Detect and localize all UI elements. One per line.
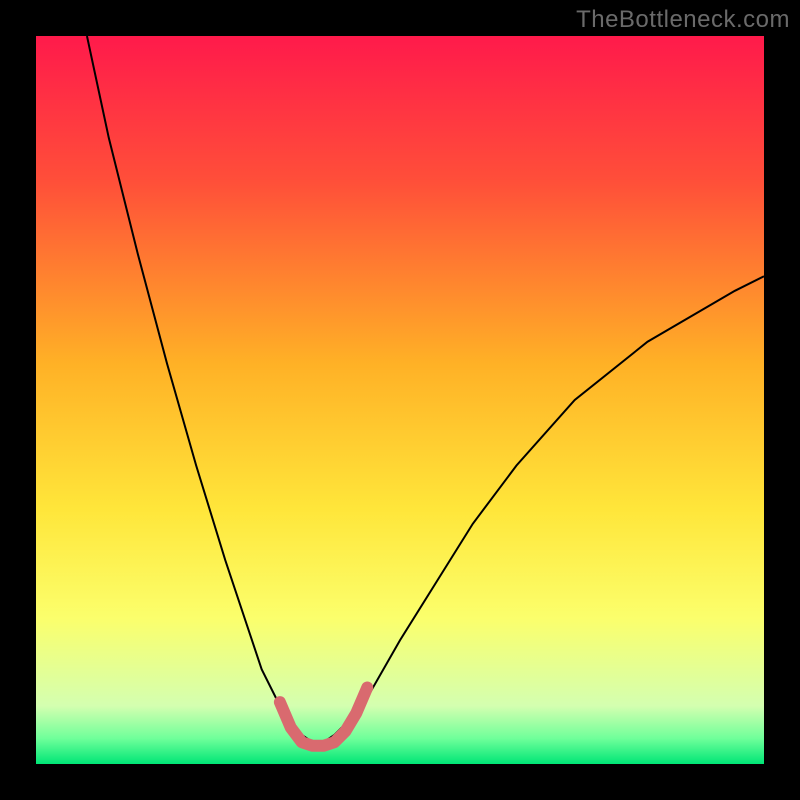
watermark-text: TheBottleneck.com: [576, 6, 790, 34]
plot-area: [36, 36, 764, 764]
gradient-background: [36, 36, 764, 764]
chart-svg: [36, 36, 764, 764]
chart-frame: TheBottleneck.com: [0, 0, 800, 800]
